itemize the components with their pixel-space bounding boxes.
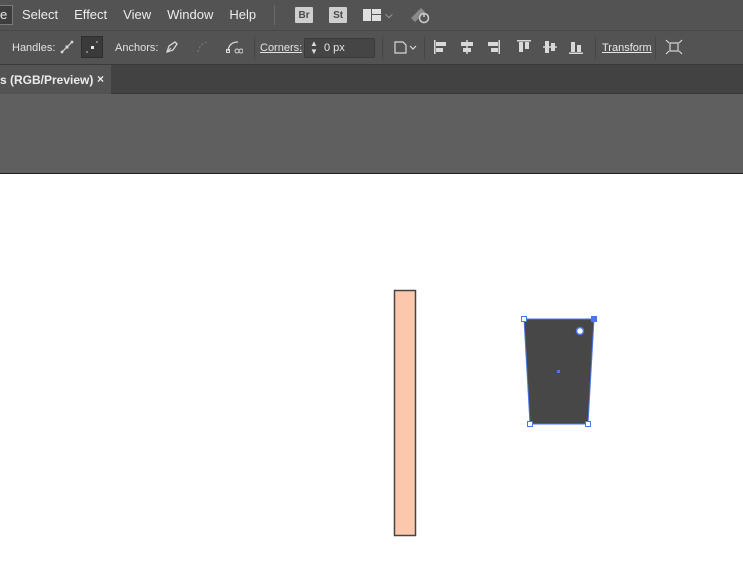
peach-rectangle[interactable] — [393, 289, 417, 537]
menu-item-window[interactable]: Window — [159, 0, 221, 30]
live-corner-widget[interactable] — [575, 326, 585, 336]
workspace-switcher[interactable]: ⌵ — [363, 9, 393, 21]
align-to-button[interactable] — [391, 36, 419, 58]
align-right-icon — [488, 40, 500, 54]
separator — [424, 37, 425, 59]
document-tab-title: s (RGB/Preview) — [0, 72, 94, 87]
corners-stepper[interactable]: ▲ ▼ — [304, 38, 375, 58]
anchor-point-bottom-left[interactable] — [527, 421, 533, 427]
align-vertical-center-icon — [543, 41, 557, 53]
transform-link[interactable]: Transform — [602, 42, 652, 54]
pasteboard[interactable] — [0, 94, 743, 173]
menu-item-view[interactable]: View — [115, 0, 159, 30]
menu-item-effect[interactable]: Effect — [66, 0, 115, 30]
anchor-point-top-left[interactable] — [521, 316, 527, 322]
cut-path-button[interactable] — [223, 36, 245, 58]
control-bar: Handles: Anchors: Corners: ▲ ▼ 0 px Tran… — [0, 30, 743, 65]
stepper-arrows-icon[interactable]: ▲ ▼ — [307, 40, 321, 56]
menu-bar: e Select Effect View Window Help Br St ⌵ — [0, 0, 743, 30]
separator — [655, 37, 656, 59]
align-bottom-button[interactable] — [565, 36, 587, 58]
anchor-point-top-right[interactable] — [591, 316, 597, 322]
convert-to-smooth-button[interactable] — [56, 36, 78, 58]
separator — [254, 37, 255, 59]
handles-label: Handles: — [12, 42, 56, 54]
smooth-handle-icon — [60, 40, 74, 54]
separator — [595, 37, 596, 59]
bridge-button[interactable]: Br — [295, 7, 314, 23]
artboard-canvas[interactable] — [0, 174, 743, 572]
align-horizontal-center-icon — [461, 40, 473, 54]
gpu-performance-button[interactable] — [409, 6, 431, 24]
gpu-performance-icon — [410, 8, 429, 24]
artwork — [393, 289, 597, 537]
separator — [382, 37, 383, 59]
align-right-button[interactable] — [482, 36, 504, 58]
align-left-button[interactable] — [430, 36, 452, 58]
anchors-label: Anchors: — [115, 42, 159, 54]
menu-item-file-partial[interactable]: e — [0, 5, 13, 25]
menu-item-help[interactable]: Help — [221, 0, 264, 30]
align-left-icon — [434, 40, 446, 54]
align-to-selection-icon — [394, 41, 417, 54]
isolate-selection-icon — [665, 39, 683, 55]
menu-item-select[interactable]: Select — [14, 0, 66, 30]
align-vertical-center-button[interactable] — [539, 36, 561, 58]
convert-to-corner-button[interactable] — [81, 36, 103, 58]
close-icon[interactable]: × — [97, 72, 104, 86]
document-tab-bar: s (RGB/Preview) × — [0, 65, 743, 94]
align-top-icon — [517, 40, 531, 52]
anchor-point-bottom-right[interactable] — [585, 421, 591, 427]
corners-input[interactable] — [324, 40, 372, 56]
stock-button[interactable]: St — [329, 7, 348, 23]
menu-separator — [274, 5, 276, 25]
align-bottom-icon — [569, 42, 583, 54]
cut-path-icon — [226, 41, 243, 54]
chevron-down-icon: ⌵ — [385, 9, 393, 21]
hide-handles-button[interactable] — [192, 36, 214, 58]
corners-label[interactable]: Corners: — [260, 42, 302, 54]
workspace-layout-icon — [363, 9, 382, 21]
isolate-selected-button[interactable] — [663, 36, 685, 58]
document-tab[interactable]: s (RGB/Preview) × — [0, 65, 111, 94]
pen-anchor-icon — [165, 41, 178, 54]
align-top-button[interactable] — [513, 36, 535, 58]
show-handles-button[interactable] — [161, 36, 183, 58]
align-horizontal-center-button[interactable] — [456, 36, 478, 58]
hide-handles-icon — [197, 41, 209, 53]
center-point — [557, 370, 560, 373]
corner-handle-icon — [86, 41, 98, 53]
